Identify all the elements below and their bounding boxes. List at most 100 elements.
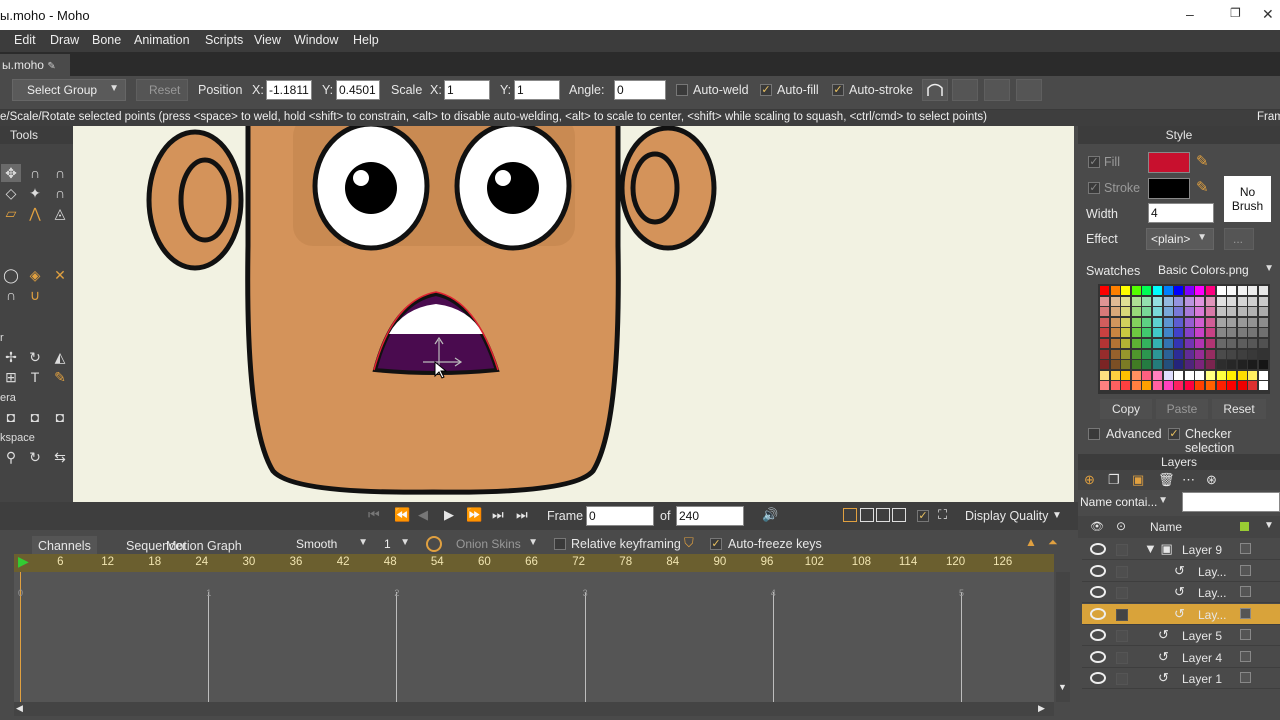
color-swatch[interactable] <box>1195 381 1205 391</box>
layer-filter-dropdown[interactable]: Name contai... ▼ <box>1078 492 1174 514</box>
last-frame-icon[interactable]: ⏭ <box>516 507 528 523</box>
no-brush-button[interactable]: No Brush <box>1224 176 1271 222</box>
color-swatch[interactable] <box>1248 296 1258 306</box>
color-swatch[interactable] <box>1163 339 1173 348</box>
color-swatch[interactable] <box>1227 328 1237 338</box>
color-swatch[interactable] <box>1100 286 1109 295</box>
layer-color-box[interactable] <box>1240 564 1251 576</box>
expand-up-icon[interactable]: ▲ <box>1025 535 1037 549</box>
color-swatch[interactable] <box>1227 307 1237 317</box>
color-swatch[interactable] <box>1248 339 1258 348</box>
color-swatch[interactable] <box>1163 296 1173 306</box>
grid-view-icon[interactable] <box>892 508 906 522</box>
layer-lock-toggle[interactable] <box>1116 587 1128 599</box>
color-swatch[interactable] <box>1184 360 1194 370</box>
color-swatch[interactable] <box>1100 349 1109 359</box>
color-swatch[interactable] <box>1174 381 1184 391</box>
color-swatch[interactable] <box>1237 296 1247 306</box>
delete-edge-icon[interactable]: ✕ <box>50 266 70 284</box>
horizontal-scrollbar[interactable]: ◀ ▶ <box>14 702 1054 716</box>
layer-row[interactable]: ↺ Lay... <box>1082 561 1280 582</box>
color-swatch[interactable] <box>1174 328 1184 338</box>
color-swatch[interactable] <box>1184 339 1194 348</box>
auto-fill-checkbox[interactable]: ✓ <box>760 84 772 96</box>
arch-tool-icon[interactable] <box>922 79 948 101</box>
color-swatch[interactable] <box>1184 349 1194 359</box>
layer-lock-toggle[interactable] <box>1116 673 1128 685</box>
new-layer-icon[interactable]: ⊕ <box>1084 472 1095 488</box>
advanced-checkbox[interactable] <box>1088 428 1100 440</box>
interpolation-num-dropdown[interactable]: 1 ▼ <box>376 534 416 556</box>
fill-color-swatch[interactable] <box>1148 152 1190 173</box>
color-swatch[interactable] <box>1142 296 1152 306</box>
layer-lock-toggle[interactable] <box>1116 565 1128 578</box>
color-swatch[interactable] <box>1142 370 1152 380</box>
playhead-icon[interactable]: ▶ <box>18 553 29 570</box>
layer-row[interactable]: ↺ Layer 5 <box>1082 625 1280 646</box>
color-swatch[interactable] <box>1153 381 1162 391</box>
paste-button[interactable]: Paste <box>1156 399 1208 419</box>
scroll-left-icon[interactable]: ◀ <box>16 703 23 714</box>
color-swatch[interactable] <box>1153 328 1162 338</box>
camera-roll-icon[interactable]: ◘ <box>50 408 70 426</box>
chevron-down-icon[interactable]: ▼ <box>1264 520 1274 531</box>
paint-bucket-icon[interactable]: ◈ <box>25 266 45 284</box>
camera-zoom-icon[interactable]: ◘ <box>25 408 45 426</box>
position-y-input[interactable]: 0.4501 <box>336 80 380 100</box>
expand-all-icon[interactable]: ⏶ <box>1048 535 1058 550</box>
next-key-icon[interactable]: ⏭ <box>492 507 504 523</box>
total-frames-input[interactable]: 240 <box>676 506 744 526</box>
align-tool-icon[interactable] <box>984 79 1010 101</box>
stroke-checkbox[interactable]: ✓ <box>1088 182 1100 194</box>
visibility-eye-icon[interactable] <box>1090 672 1106 684</box>
color-swatch[interactable] <box>1163 381 1173 391</box>
camera-track-icon[interactable]: ◘ <box>1 408 21 426</box>
color-swatch[interactable] <box>1227 317 1237 327</box>
color-swatch[interactable] <box>1153 370 1162 380</box>
color-swatch[interactable] <box>1110 339 1120 348</box>
color-swatch[interactable] <box>1131 286 1141 295</box>
visibility-eye-icon[interactable] <box>1090 543 1106 555</box>
layer-search-input[interactable] <box>1182 492 1280 512</box>
color-swatch[interactable] <box>1237 328 1247 338</box>
color-swatch[interactable] <box>1216 286 1226 295</box>
vertical-scrollbar[interactable]: ▼ <box>1056 572 1070 702</box>
color-swatch[interactable] <box>1206 286 1215 295</box>
color-swatch[interactable] <box>1142 328 1152 338</box>
stroke-color-swatch[interactable] <box>1148 178 1190 199</box>
menu-help[interactable]: Help <box>353 33 379 47</box>
select-shape-icon[interactable]: ◯ <box>1 266 21 284</box>
menu-window[interactable]: Window <box>294 33 338 47</box>
color-swatch[interactable] <box>1237 339 1247 348</box>
color-swatch[interactable] <box>1110 360 1120 370</box>
color-swatch[interactable] <box>1131 296 1141 306</box>
layer-row[interactable]: ▼ ▣ Layer 9 <box>1082 539 1280 560</box>
onion-skin-icon[interactable] <box>426 536 442 552</box>
color-swatch[interactable] <box>1259 307 1268 317</box>
color-swatch[interactable] <box>1110 317 1120 327</box>
color-swatch[interactable] <box>1206 296 1215 306</box>
color-swatch[interactable] <box>1110 286 1120 295</box>
color-swatch[interactable] <box>1174 307 1184 317</box>
hide-edge-icon[interactable]: ∪ <box>25 286 45 304</box>
reset-button[interactable]: Reset <box>136 79 188 101</box>
layer-color-box[interactable] <box>1240 672 1251 683</box>
color-swatch[interactable] <box>1131 328 1141 338</box>
color-swatch[interactable] <box>1142 317 1152 327</box>
first-frame-icon[interactable]: ⏮ <box>368 507 380 523</box>
duplicate-layer-icon[interactable]: ❐ <box>1108 472 1120 488</box>
color-swatch[interactable] <box>1206 381 1215 391</box>
eyedropper-icon[interactable]: ✎ <box>50 368 70 386</box>
color-swatch[interactable] <box>1163 370 1173 380</box>
angle-input[interactable]: 0 <box>614 80 666 100</box>
color-swatch[interactable] <box>1110 296 1120 306</box>
color-swatch[interactable] <box>1142 349 1152 359</box>
layer-lock-toggle[interactable] <box>1116 651 1128 664</box>
select-group-dropdown[interactable]: Select Group ▼ <box>12 79 126 101</box>
color-swatch[interactable] <box>1100 360 1109 370</box>
color-swatch[interactable] <box>1195 360 1205 370</box>
color-swatch[interactable] <box>1195 339 1205 348</box>
scale-y-input[interactable]: 1 <box>514 80 560 100</box>
rotate-workspace-icon[interactable]: ↻ <box>25 448 45 466</box>
color-swatch[interactable] <box>1184 317 1194 327</box>
